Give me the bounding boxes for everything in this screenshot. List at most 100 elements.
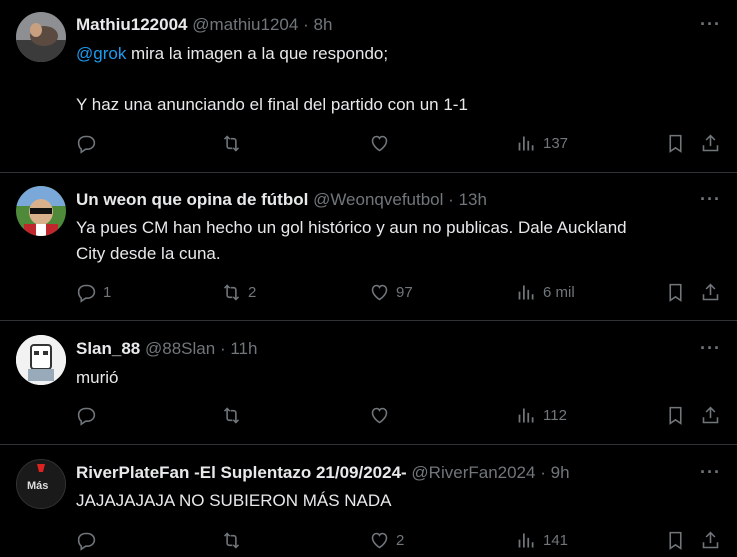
more-options-icon[interactable]: ··· xyxy=(700,189,721,210)
retweet-button[interactable] xyxy=(221,530,248,551)
tweet-text-line: Y haz una anunciando el final del partid… xyxy=(76,95,468,114)
bookmark-button[interactable] xyxy=(665,530,686,551)
separator-dot: · xyxy=(303,15,309,34)
reply-count: 1 xyxy=(103,284,112,301)
timestamp[interactable]: 13h xyxy=(459,190,487,209)
action-bar: 1 2 97 6 mil xyxy=(76,282,721,306)
tweet[interactable]: Slan_88 @88Slan · 11h ··· murió 112 xyxy=(0,320,737,445)
share-icon xyxy=(702,134,719,152)
action-bar: 112 xyxy=(76,405,721,429)
analytics-icon xyxy=(518,533,534,548)
bookmark-button[interactable] xyxy=(665,133,686,154)
retweet-icon xyxy=(223,532,240,549)
user-handle[interactable]: @RiverFan2024 xyxy=(411,463,535,482)
view-count: 6 mil xyxy=(543,284,575,301)
tweet-text: JAJAJAJAJA NO SUBIERON MÁS NADA xyxy=(76,488,716,514)
tweet-header: Un weon que opina de fútbol @Weonqvefutb… xyxy=(76,190,487,210)
reply-button[interactable] xyxy=(76,530,103,551)
reply-icon xyxy=(77,135,96,154)
heart-icon xyxy=(371,284,388,301)
avatar[interactable] xyxy=(16,12,66,62)
more-options-icon[interactable]: ··· xyxy=(700,14,721,35)
reply-icon xyxy=(77,532,96,551)
share-icon xyxy=(702,531,719,549)
display-name[interactable]: Slan_88 xyxy=(76,339,140,358)
tweet-text-line: Ya pues CM han hecho un gol histórico y … xyxy=(76,218,627,237)
tweet-text-line: murió xyxy=(76,368,119,387)
views-button[interactable]: 112 xyxy=(516,405,567,426)
reply-icon xyxy=(77,407,96,426)
tweet-text-line: City desde la cuna. xyxy=(76,244,221,263)
display-name[interactable]: Un weon que opina de fútbol xyxy=(76,190,308,209)
user-handle[interactable]: @88Slan xyxy=(145,339,215,358)
tweet-header: RiverPlateFan -El Suplentazo 21/09/2024-… xyxy=(76,463,570,483)
like-count: 2 xyxy=(396,532,405,549)
avatar[interactable] xyxy=(16,186,66,236)
analytics-icon xyxy=(518,408,534,423)
like-button[interactable] xyxy=(369,405,396,426)
retweet-count: 2 xyxy=(248,284,257,301)
avatar[interactable]: Más xyxy=(16,459,66,509)
reply-button[interactable]: 1 xyxy=(76,282,111,303)
mention-link[interactable]: @grok xyxy=(76,44,126,63)
user-handle[interactable]: @mathiu1204 xyxy=(192,15,298,34)
more-options-icon[interactable]: ··· xyxy=(700,338,721,359)
views-button[interactable]: 6 mil xyxy=(516,282,575,303)
share-button[interactable] xyxy=(700,530,721,551)
retweet-icon xyxy=(223,407,240,424)
timestamp[interactable]: 8h xyxy=(313,15,332,34)
analytics-icon xyxy=(518,136,534,151)
views-button[interactable]: 141 xyxy=(516,530,568,551)
reply-icon xyxy=(77,284,96,303)
tweet[interactable]: Un weon que opina de fútbol @Weonqvefutb… xyxy=(0,172,737,321)
tweet[interactable]: Mathiu122004 @mathiu1204 · 8h ··· @grok … xyxy=(0,0,737,173)
display-name[interactable]: Mathiu122004 xyxy=(76,15,188,34)
action-bar: 137 xyxy=(76,133,721,157)
bookmark-icon xyxy=(669,406,682,425)
tweet[interactable]: Más RiverPlateFan -El Suplentazo 21/09/2… xyxy=(0,444,737,557)
bookmark-button[interactable] xyxy=(665,405,686,426)
bookmark-icon xyxy=(669,134,682,153)
display-name[interactable]: RiverPlateFan -El Suplentazo 21/09/2024- xyxy=(76,463,407,482)
tweet-text: @grok mira la imagen a la que respondo; … xyxy=(76,41,716,118)
reply-button[interactable] xyxy=(76,405,103,426)
heart-icon xyxy=(371,532,388,549)
avatar-logo-text: Más xyxy=(27,480,49,492)
more-options-icon[interactable]: ··· xyxy=(700,462,721,483)
tweet-text-line: JAJAJAJAJA NO SUBIERON MÁS NADA xyxy=(76,491,392,510)
bookmark-button[interactable] xyxy=(665,282,686,303)
share-button[interactable] xyxy=(700,133,721,154)
share-icon xyxy=(702,406,719,424)
like-button[interactable] xyxy=(369,133,396,154)
retweet-icon xyxy=(223,135,240,152)
retweet-button[interactable]: 2 xyxy=(221,282,256,303)
retweet-icon xyxy=(223,284,240,301)
share-icon xyxy=(702,283,719,301)
separator-dot: · xyxy=(219,339,226,358)
avatar[interactable] xyxy=(16,335,66,385)
timestamp[interactable]: 9h xyxy=(551,463,570,482)
separator-dot: · xyxy=(540,463,546,482)
like-count: 97 xyxy=(396,284,413,301)
retweet-button[interactable] xyxy=(221,133,248,154)
heart-icon xyxy=(371,407,388,424)
view-count: 112 xyxy=(543,407,567,424)
tweet-text: Ya pues CM han hecho un gol histórico y … xyxy=(76,215,716,267)
like-button[interactable]: 2 xyxy=(369,530,404,551)
separator-dot: · xyxy=(448,190,454,209)
tweet-text: murió xyxy=(76,365,716,391)
bookmark-icon xyxy=(669,531,682,550)
retweet-button[interactable] xyxy=(221,405,248,426)
timestamp[interactable]: 11h xyxy=(230,339,257,358)
share-button[interactable] xyxy=(700,405,721,426)
reply-button[interactable] xyxy=(76,133,103,154)
action-bar: 2 141 xyxy=(76,530,721,554)
tweet-header: Slan_88 @88Slan · 11h xyxy=(76,339,257,359)
tweet-header: Mathiu122004 @mathiu1204 · 8h xyxy=(76,15,332,35)
user-handle[interactable]: @Weonqvefutbol xyxy=(313,190,443,209)
like-button[interactable]: 97 xyxy=(369,282,413,303)
heart-icon xyxy=(371,135,388,152)
share-button[interactable] xyxy=(700,282,721,303)
views-button[interactable]: 137 xyxy=(516,133,568,154)
bookmark-icon xyxy=(669,283,682,302)
